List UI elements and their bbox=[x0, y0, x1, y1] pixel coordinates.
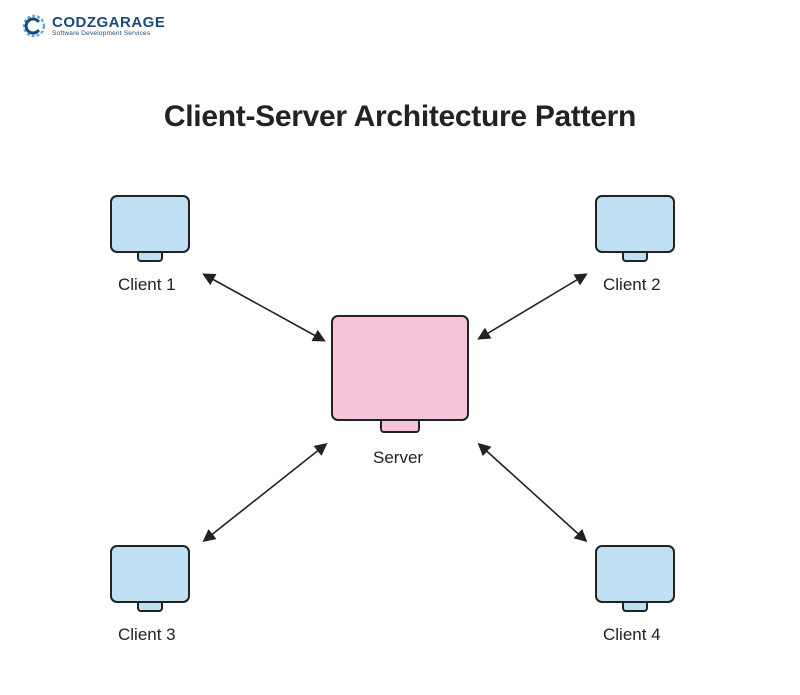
client-4-label: Client 4 bbox=[603, 625, 661, 645]
architecture-diagram: Client 1 Client 2 Server Client 3 Client… bbox=[0, 0, 800, 695]
client-monitor-icon bbox=[595, 195, 675, 253]
client-monitor-stand-icon bbox=[622, 253, 648, 262]
client-monitor-icon bbox=[595, 545, 675, 603]
arrow-client3-server bbox=[205, 445, 325, 540]
client-monitor-stand-icon bbox=[137, 603, 163, 612]
client-3-label: Client 3 bbox=[118, 625, 176, 645]
server-monitor-icon bbox=[331, 315, 469, 421]
client-monitor-icon bbox=[110, 545, 190, 603]
client-2-node bbox=[595, 195, 675, 262]
client-monitor-stand-icon bbox=[622, 603, 648, 612]
client-monitor-icon bbox=[110, 195, 190, 253]
client-4-node bbox=[595, 545, 675, 612]
client-monitor-stand-icon bbox=[137, 253, 163, 262]
client-1-label: Client 1 bbox=[118, 275, 176, 295]
client-1-node bbox=[110, 195, 190, 262]
server-monitor-stand-icon bbox=[380, 421, 420, 433]
server-node bbox=[331, 315, 469, 433]
arrow-client2-server bbox=[480, 275, 585, 338]
arrow-client4-server bbox=[480, 445, 585, 540]
client-3-node bbox=[110, 545, 190, 612]
server-label: Server bbox=[373, 448, 423, 468]
client-2-label: Client 2 bbox=[603, 275, 661, 295]
arrow-client1-server bbox=[205, 275, 323, 340]
